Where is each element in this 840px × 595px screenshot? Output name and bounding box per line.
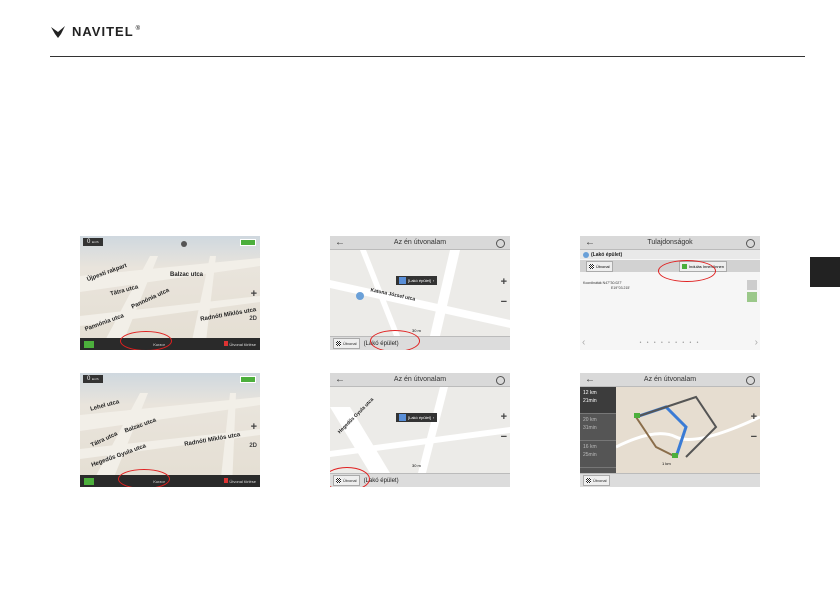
screen-route-overview: ← Az én útvonalam 12 km 21min 20 km 31min … (580, 373, 760, 487)
zoom-in-button[interactable]: + (751, 411, 757, 423)
screen-title: Tulajdonságok (647, 239, 693, 246)
zoom-out-button[interactable]: − (501, 296, 507, 308)
route-map-graphic (616, 387, 760, 473)
scale-label: 1 km (662, 461, 671, 466)
house-icon (399, 414, 406, 421)
highlight-circle (330, 467, 370, 487)
screen-route-popup-2: ← Az én útvonalam Hegedűs Gyula utca [La… (330, 373, 510, 487)
back-arrow-icon[interactable]: ← (335, 236, 345, 249)
checkered-flag-icon (589, 263, 594, 269)
map-bottom-bar: Kurzor Útvonal törlése (80, 475, 260, 487)
screen-title: Az én útvonalam (643, 376, 697, 383)
zoom-in-button[interactable]: + (251, 421, 257, 433)
globe-icon[interactable] (496, 376, 505, 385)
checkered-flag-icon (586, 478, 591, 483)
route-pin-icon (224, 341, 229, 346)
globe-icon[interactable] (496, 239, 505, 248)
route-option[interactable]: 20 km 31min (580, 414, 616, 441)
place-icon (583, 251, 589, 258)
zoom-out-button[interactable]: − (751, 431, 757, 443)
screen-route-popup: ← Az én útvonalam Katona József utca [La… (330, 236, 510, 350)
screen-properties: ← Tulajdonságok (Lakó épület) Útvonal In… (580, 236, 760, 350)
navitel-bird-icon (51, 25, 65, 38)
route-pin-icon (224, 478, 229, 483)
place-heading: (Lakó épület) (580, 250, 760, 259)
place-popup[interactable]: [Lakó épület] › (396, 276, 438, 285)
screen-map-cursor-2: 0 km/h Lehel utca Balzac utca Tátra utca… (80, 373, 260, 487)
map-streets-graphic (330, 387, 510, 473)
route-option[interactable]: 16 km 25min (580, 441, 616, 468)
clear-route-button[interactable]: Útvonal törlése (224, 478, 256, 484)
screen-header: ← Az én útvonalam (330, 236, 510, 250)
globe-icon[interactable] (746, 239, 755, 248)
back-arrow-icon[interactable]: ← (335, 373, 345, 386)
globe-icon[interactable] (746, 376, 755, 385)
checkered-flag-icon (336, 341, 341, 346)
highlight-circle (120, 331, 172, 350)
house-icon (399, 277, 406, 284)
navitel-logo: NAVITEL ® (50, 24, 140, 39)
menu-button[interactable] (84, 340, 94, 348)
registered-mark: ® (135, 25, 141, 32)
zoom-in-button[interactable]: + (501, 411, 507, 423)
save-button[interactable] (747, 292, 757, 302)
screen-map-cursor: 0 km/h Újpesti rakpart Balzac utca Tátra… (80, 236, 260, 350)
page-indicator: • • • • • • • • • (639, 340, 701, 346)
highlight-circle (370, 330, 420, 350)
chapter-tab (810, 257, 840, 287)
map-streets-graphic (330, 250, 510, 336)
view-mode-button[interactable]: 2D (249, 443, 257, 449)
brand-name: NAVITEL (72, 24, 134, 39)
screen-header: ← Az én útvonalam (580, 373, 760, 387)
clear-route-button[interactable]: Útvonal törlése (224, 341, 256, 347)
view-mode-button[interactable]: 2D (249, 316, 257, 322)
map-streets-graphic (80, 393, 260, 487)
route-button[interactable]: Útvonal (586, 260, 613, 272)
street-label: Balzac utca (170, 272, 204, 278)
route-button[interactable]: Útvonal (333, 338, 360, 349)
header-rule (50, 56, 805, 57)
highlight-circle (118, 469, 170, 487)
route-list: 12 km 21min 20 km 31min 16 km 25min (580, 387, 616, 474)
screen-footer: Útvonal (580, 473, 760, 487)
zoom-in-button[interactable]: + (251, 288, 257, 300)
screen-header: ← Az én útvonalam (330, 373, 510, 387)
screen-footer: Útvonal (Lakó épület) (330, 336, 510, 350)
highlight-circle (658, 260, 716, 282)
screen-header: ← Tulajdonságok (580, 236, 760, 250)
place-popup[interactable]: [Lakó épület] › (396, 413, 438, 422)
screen-title: Az én útvonalam (393, 376, 447, 383)
back-arrow-icon[interactable]: ← (585, 236, 595, 249)
scale-label: 30 m (412, 328, 421, 333)
zoom-in-button[interactable]: + (501, 276, 507, 288)
coordinates: Koordináták N47°30.027' E19°03.215' (583, 281, 631, 290)
compass-icon[interactable] (181, 241, 187, 247)
scale-label: 30 m (412, 463, 421, 468)
route-option[interactable]: 12 km 21min (580, 387, 616, 414)
screen-title: Az én útvonalam (393, 239, 447, 246)
zoom-out-button[interactable]: − (501, 431, 507, 443)
menu-button[interactable] (84, 477, 94, 485)
share-button[interactable] (747, 280, 757, 290)
back-arrow-icon[interactable]: ← (585, 373, 595, 386)
route-button[interactable]: Útvonal (583, 475, 610, 486)
properties-body: Koordináták N47°30.027' E19°03.215' ‹ › … (580, 272, 760, 350)
